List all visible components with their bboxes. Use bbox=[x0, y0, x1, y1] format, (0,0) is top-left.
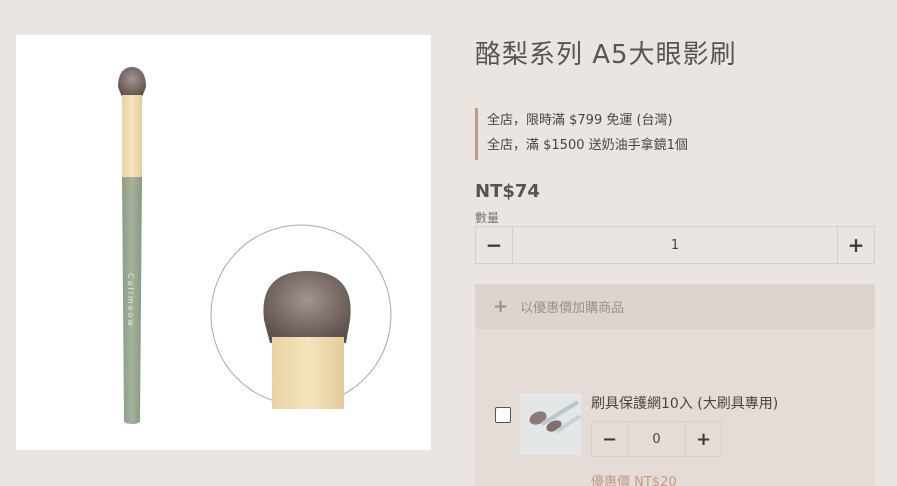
product-title: 酪梨系列 A5大眼影刷 bbox=[475, 40, 737, 70]
plus-icon: + bbox=[493, 296, 509, 317]
addon-header-label: 以優惠價加購商品 bbox=[520, 301, 625, 316]
addon-quantity-increase-button[interactable]: + bbox=[685, 422, 721, 456]
addon-item-name: 刷具保護網10入 (大刷具專用) bbox=[591, 396, 779, 412]
addon-thumbnail bbox=[520, 394, 581, 455]
addon-header[interactable]: + 以優惠價加購商品 bbox=[475, 284, 875, 329]
addon-item: 刷具保護網10入 (大刷具專用) − 0 + 優惠價 NT$20 bbox=[475, 329, 875, 486]
brush-net-image bbox=[520, 394, 581, 455]
quantity-decrease-button[interactable]: − bbox=[476, 227, 513, 263]
promotion-item: 全店，滿 $1500 送奶油手拿鏡1個 bbox=[487, 138, 688, 153]
promotion-list: 全店，限時滿 $799 免運 (台灣) 全店，滿 $1500 送奶油手拿鏡1個 bbox=[475, 108, 775, 160]
addon-checkbox[interactable] bbox=[495, 407, 511, 423]
quantity-input[interactable]: 1 bbox=[513, 227, 837, 263]
product-price: NT$74 bbox=[475, 181, 540, 202]
quantity-stepper: − 1 + bbox=[475, 226, 875, 264]
brush-product-image: Callmeow bbox=[118, 67, 392, 424]
product-image: Callmeow bbox=[16, 35, 431, 450]
addon-quantity-stepper: − 0 + bbox=[591, 421, 722, 457]
quantity-increase-button[interactable]: + bbox=[837, 227, 874, 263]
promotion-item: 全店，限時滿 $799 免運 (台灣) bbox=[487, 113, 673, 128]
addon-quantity-input[interactable]: 0 bbox=[628, 422, 685, 456]
addon-panel: + 以優惠價加購商品 刷具保護網10入 (大刷具專用) − 0 + 優惠價 NT… bbox=[475, 284, 875, 486]
quantity-label: 數量 bbox=[475, 211, 500, 225]
addon-item-price: 優惠價 NT$20 bbox=[591, 475, 677, 486]
brand-mark: Callmeow bbox=[126, 273, 135, 328]
addon-quantity-decrease-button[interactable]: − bbox=[592, 422, 628, 456]
